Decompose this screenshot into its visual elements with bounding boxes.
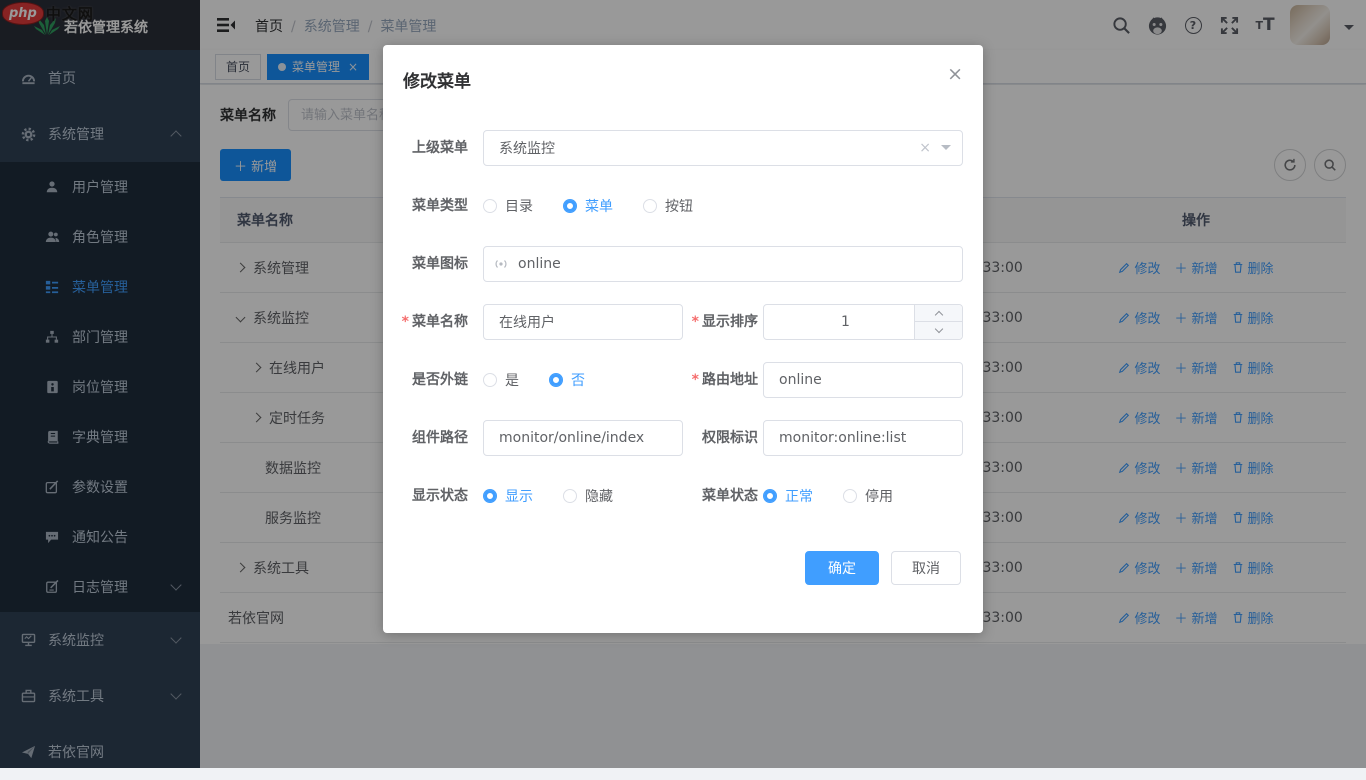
menu-type-label: 菜单类型 [383, 188, 468, 224]
menu-name-label: 菜单名称 [383, 304, 468, 340]
parent-menu-value[interactable] [483, 130, 963, 166]
radio-visible-hide[interactable]: 隐藏 [563, 486, 613, 506]
radio-external-no[interactable]: 否 [549, 370, 585, 390]
status-label: 菜单状态 [663, 478, 758, 514]
name-order-row: 菜单名称 显示排序 [383, 304, 963, 340]
parent-menu-label: 上级菜单 [383, 130, 468, 166]
external-path-row: 是否外链 是 否 路由地址 [383, 362, 963, 398]
menu-name-input[interactable] [483, 304, 683, 340]
radio-status-normal[interactable]: 正常 [763, 486, 813, 506]
radio-status-disabled[interactable]: 停用 [843, 486, 893, 506]
perms-label: 权限标识 [663, 420, 758, 456]
dialog-close-icon[interactable]: × [947, 65, 963, 84]
stepper-down-icon[interactable] [915, 322, 962, 339]
radio-type-button[interactable]: 按钮 [643, 196, 693, 216]
route-path-label: 路由地址 [663, 362, 758, 398]
visible-status-row: 显示状态 显示 隐藏 菜单状态 正常 停用 [383, 478, 963, 514]
clear-icon[interactable]: × [919, 140, 931, 156]
edit-menu-form: 上级菜单 × 菜单类型 目录 菜单 按钮 菜单图标 [383, 130, 963, 536]
component-perms-row: 组件路径 权限标识 [383, 420, 963, 456]
confirm-button[interactable]: 确定 [805, 551, 879, 585]
menu-icon-input[interactable] [483, 246, 963, 282]
component-label: 组件路径 [383, 420, 468, 456]
menu-icon-label: 菜单图标 [383, 246, 468, 282]
edit-menu-dialog: 修改菜单 × 上级菜单 × 菜单类型 目录 菜单 按钮 菜单图标 [383, 45, 983, 633]
radio-type-directory[interactable]: 目录 [483, 196, 533, 216]
radio-type-menu[interactable]: 菜单 [563, 196, 613, 216]
visible-label: 显示状态 [383, 478, 468, 514]
broadcast-icon [493, 256, 509, 272]
order-stepper [763, 304, 963, 340]
external-label: 是否外链 [383, 362, 468, 398]
parent-menu-select[interactable]: × [483, 130, 963, 166]
dialog-title: 修改菜单 [403, 67, 471, 92]
cancel-button[interactable]: 取消 [891, 551, 961, 585]
radio-external-yes[interactable]: 是 [483, 370, 519, 390]
route-path-input[interactable] [763, 362, 963, 398]
menu-icon-row: 菜单图标 [383, 246, 963, 282]
parent-menu-row: 上级菜单 × [383, 130, 963, 166]
component-path-input[interactable] [483, 420, 683, 456]
stepper-up-icon[interactable] [915, 305, 962, 322]
dialog-footer: 确定 取消 [805, 551, 961, 585]
select-caret-icon [941, 145, 951, 155]
radio-visible-show[interactable]: 显示 [483, 486, 533, 506]
order-label: 显示排序 [663, 304, 758, 340]
menu-type-row: 菜单类型 目录 菜单 按钮 [383, 188, 963, 224]
perms-input[interactable] [763, 420, 963, 456]
